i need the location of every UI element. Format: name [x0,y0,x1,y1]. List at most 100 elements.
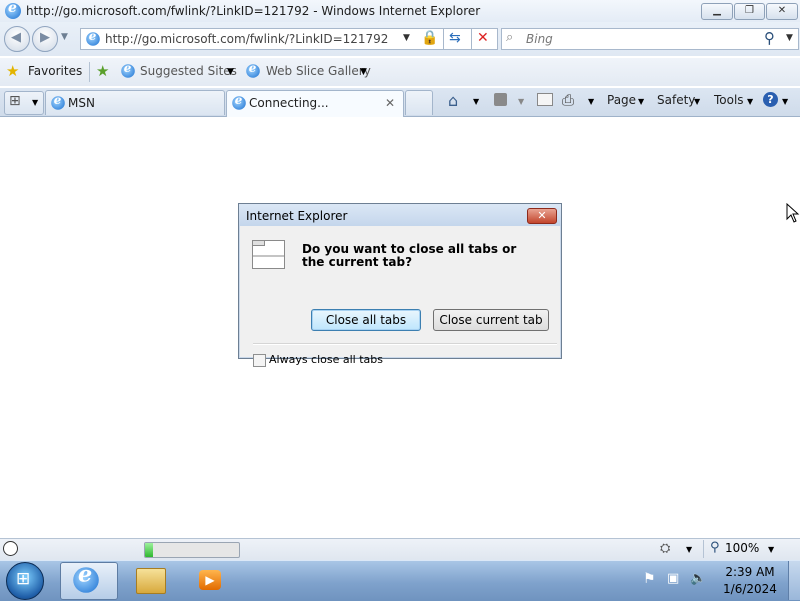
folder-icon [136,568,166,594]
status-bar [0,538,800,561]
chevron-down-icon: ▼ [227,67,234,77]
close-window-button[interactable]: ✕ [766,3,798,20]
safety-menu-label: Safety [657,93,696,107]
clock-date[interactable]: 1/6/2024 [700,582,800,596]
tabs-window-icon [252,240,285,269]
taskbar-explorer-button[interactable] [122,562,178,598]
chevron-down-icon: ▼ [360,67,367,77]
chevron-down-icon: ▼ [694,97,701,106]
page-menu-label: Page [607,93,637,107]
suggested-sites-label: Suggested Sites [140,64,237,78]
feeds-icon[interactable] [494,93,507,106]
ie-logo-icon [5,0,21,19]
help-menu[interactable]: ? ▼ [763,92,791,108]
tools-menu-label: Tools [714,93,744,107]
show-desktop-button[interactable] [788,561,800,600]
search-options-icon[interactable]: ▼ [786,33,793,43]
status-divider [703,540,704,558]
taskbar-media-player-button[interactable]: ▶ [182,562,238,598]
network-icon[interactable]: ▣ [667,571,679,586]
tools-menu[interactable]: Tools ▼ [714,93,756,109]
always-close-label[interactable]: Always close all tabs [269,353,383,366]
media-player-icon: ▶ [199,570,221,590]
dialog-title: Internet Explorer [246,209,348,223]
address-bar[interactable]: http://go.microsoft.com/fwlink/?LinkID=1… [80,28,498,50]
forward-arrow-icon: ▶ [40,30,50,45]
taskbar [0,560,800,601]
taskbar-ie-button[interactable] [60,562,118,600]
recent-pages-dropdown-icon[interactable]: ▼ [61,32,68,42]
zoom-level: 100% [725,541,760,555]
lock-icon[interactable]: 🔒 [421,30,438,46]
dialog-separator [253,343,557,345]
home-dropdown-icon[interactable]: ▼ [473,97,479,106]
zoom-icon: ⚲ [710,540,720,555]
loading-clock-icon [3,541,18,556]
tab-favicon-icon [232,94,246,110]
stop-icon[interactable]: ✕ [477,30,489,46]
help-icon: ? [763,92,778,107]
start-button[interactable]: ⊞ [6,562,44,600]
progress-fill [145,543,153,557]
close-tabs-dialog: Internet Explorer ✕ Do you want to close… [238,203,562,367]
forward-button[interactable]: ▶ [32,26,58,52]
search-box[interactable]: ⌕ Bing ⚲ ▼ [501,28,799,50]
suggested-sites-link[interactable]: Suggested Sites ▼ [120,62,238,81]
close-all-tabs-button[interactable]: Close all tabs [311,309,421,331]
tab-connecting[interactable]: Connecting... ✕ [226,90,404,117]
quick-tabs-button[interactable]: ⊞ ▼ [4,91,44,115]
search-input[interactable]: Bing [526,32,553,46]
print-dropdown-icon[interactable]: ▼ [588,97,594,106]
page-favicon-icon [86,30,100,46]
chevron-down-icon: ▼ [747,97,754,106]
address-input[interactable]: http://go.microsoft.com/fwlink/?LinkID=1… [105,32,388,46]
restore-button[interactable]: ❐ [734,3,765,20]
address-dropdown-icon[interactable]: ▼ [403,33,410,43]
web-slice-gallery-icon [246,62,260,78]
web-slice-gallery-label: Web Slice Gallery [266,64,371,78]
back-button[interactable]: ◀ [4,26,30,52]
tab-favicon-icon [51,94,65,110]
favorites-divider [89,62,90,82]
print-icon[interactable]: ⎙ [562,91,574,109]
tab-list-dropdown-icon[interactable]: ▼ [32,98,38,107]
zoom-control[interactable]: ⚲ 100% ▼ [710,540,780,557]
chevron-down-icon: ▼ [768,545,775,554]
page-menu[interactable]: Page ▼ [607,93,647,109]
dialog-close-button[interactable]: ✕ [527,208,557,224]
chevron-down-icon: ▼ [782,97,789,106]
always-close-checkbox[interactable] [253,354,266,367]
tab-msn[interactable]: MSN [45,90,225,115]
refresh-icon[interactable]: ⇆ [449,30,461,46]
mouse-cursor-icon [786,203,800,223]
close-tab-icon[interactable]: ✕ [385,96,395,110]
read-mail-icon[interactable] [537,93,553,106]
quick-tabs-icon: ⊞ [9,93,21,109]
protected-mode-dropdown-icon[interactable]: ▼ [686,545,692,554]
window-title: http://go.microsoft.com/fwlink/?LinkID=1… [26,4,481,18]
tab-label: MSN [68,96,95,110]
page-load-progress [144,542,240,558]
home-icon[interactable]: ⌂ [448,91,458,110]
action-center-flag-icon[interactable]: ⚑ [643,571,656,587]
web-slice-gallery-link[interactable]: Web Slice Gallery ▼ [245,62,371,81]
address-divider [443,29,444,49]
minimize-button[interactable]: ▁ [701,3,733,20]
dialog-body: Do you want to close all tabs or the cur… [240,227,560,367]
favorites-star-icon: ★ [6,62,20,80]
back-arrow-icon: ◀ [11,30,21,45]
favorites-label: Favorites [28,64,83,78]
tab-label: Connecting... [249,96,329,110]
dialog-message: Do you want to close all tabs or the cur… [302,242,517,269]
clock-time[interactable]: 2:39 AM [700,565,800,579]
protected-mode-icon[interactable]: ⛭ [660,541,670,556]
window-titlebar: http://go.microsoft.com/fwlink/?LinkID=1… [0,0,800,22]
safety-menu[interactable]: Safety ▼ [657,93,703,109]
close-current-tab-button[interactable]: Close current tab [433,309,549,331]
search-icon[interactable]: ⚲ [764,29,775,47]
search-engine-icon: ⌕ [506,30,514,45]
internet-explorer-icon [73,562,99,593]
feeds-dropdown-icon[interactable]: ▼ [518,97,524,106]
add-to-favorites-icon[interactable]: ★ [96,62,109,80]
new-tab-button[interactable] [405,90,433,115]
